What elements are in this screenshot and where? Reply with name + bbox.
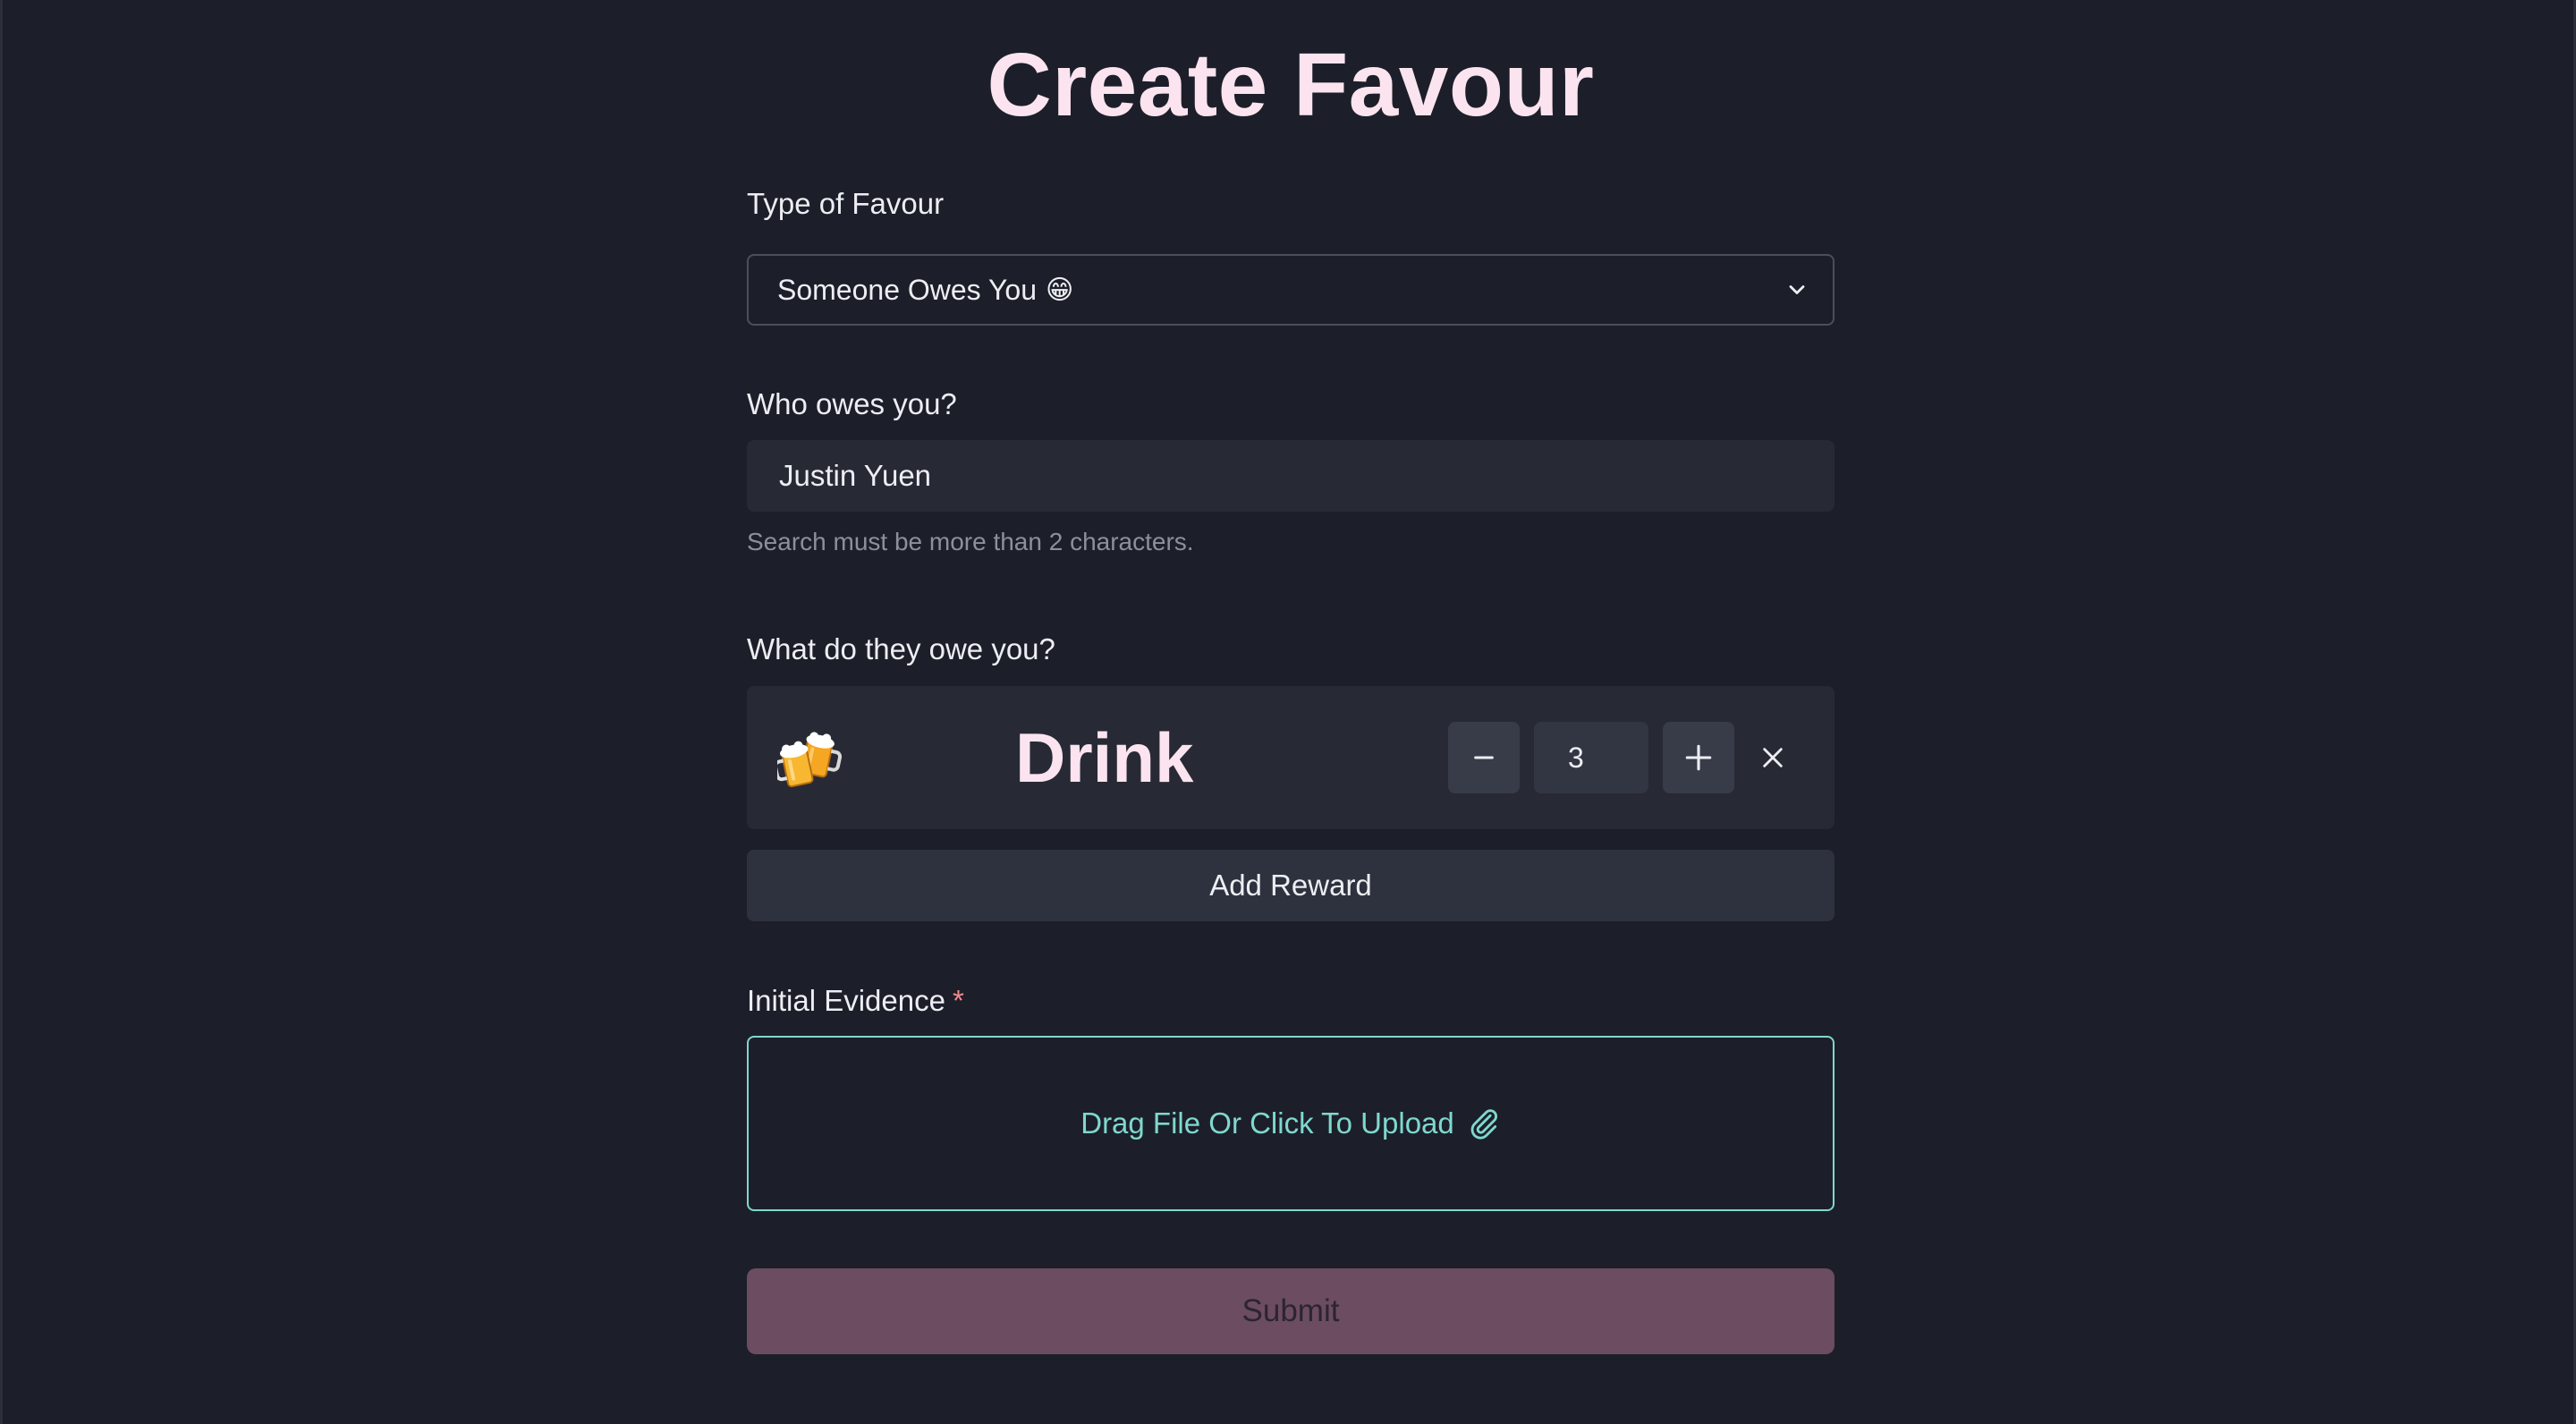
- page: Create Favour Type of Favour Someone Owe…: [0, 0, 2576, 1424]
- decrease-quantity-button[interactable]: [1448, 722, 1520, 793]
- who-owes-input[interactable]: Justin Yuen: [747, 440, 1835, 512]
- grinning-face-icon: 😁: [1045, 275, 1074, 305]
- reward-name: Drink: [1015, 718, 1194, 797]
- quantity-value: 3: [1568, 741, 1584, 774]
- paperclip-icon: [1470, 1109, 1497, 1140]
- increase-quantity-button[interactable]: [1663, 722, 1734, 793]
- close-icon: [1763, 748, 1783, 767]
- initial-evidence-label: Initial Evidence *: [747, 983, 964, 1019]
- reward-item: Drink 3: [747, 686, 1835, 829]
- required-mark: *: [952, 984, 964, 1017]
- quantity-input[interactable]: 3: [1534, 722, 1648, 793]
- who-owes-value: Justin Yuen: [779, 459, 932, 492]
- minus-icon: [1474, 756, 1494, 759]
- favour-type-label: Type of Favour: [747, 187, 945, 220]
- chevron-down-icon: [1789, 285, 1805, 294]
- add-reward-button[interactable]: Add Reward: [747, 850, 1835, 921]
- submit-button[interactable]: Submit: [747, 1268, 1835, 1354]
- remove-reward-button[interactable]: [1750, 735, 1795, 780]
- favour-type-select[interactable]: Someone Owes You 😁: [747, 254, 1835, 326]
- beer-mugs-icon: [777, 732, 842, 788]
- who-owes-helper-text: Search must be more than 2 characters.: [747, 528, 1194, 555]
- who-owes-label: Who owes you?: [747, 387, 957, 420]
- favour-type-selected-value: Someone Owes You: [777, 273, 1037, 306]
- plus-icon: [1685, 744, 1712, 771]
- page-title: Create Favour: [987, 35, 1595, 135]
- upload-label: Drag File Or Click To Upload: [1080, 1106, 1454, 1140]
- initial-evidence-label-text: Initial Evidence: [747, 984, 945, 1017]
- rewards-label: What do they owe you?: [747, 632, 1055, 665]
- evidence-upload-dropzone[interactable]: Drag File Or Click To Upload: [747, 1036, 1835, 1211]
